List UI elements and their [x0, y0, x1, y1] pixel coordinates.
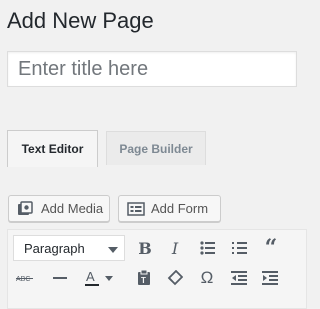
add-media-icon — [17, 200, 35, 218]
horizontal-line-icon[interactable] — [48, 265, 72, 291]
page-title: Add New Page — [7, 8, 154, 33]
add-form-button[interactable]: Add Form — [118, 195, 221, 222]
strikethrough-icon[interactable]: ABC — [13, 265, 37, 291]
format-select[interactable]: Paragraph — [13, 235, 125, 261]
title-field-wrapper — [7, 51, 297, 87]
bold-icon[interactable]: B — [133, 235, 157, 261]
blockquote-icon[interactable]: “ — [259, 235, 283, 261]
editor-toolbar: Paragraph B I “ ABC A T Ω — [7, 229, 307, 309]
bulleted-list-icon[interactable] — [196, 235, 220, 261]
special-character-icon[interactable]: Ω — [195, 265, 219, 291]
add-media-label: Add Media — [41, 201, 104, 216]
chevron-down-icon — [108, 241, 118, 256]
italic-icon[interactable]: I — [163, 235, 187, 261]
paste-as-text-icon[interactable]: T — [132, 265, 156, 291]
tab-text-editor[interactable]: Text Editor — [7, 130, 98, 167]
svg-text:T: T — [141, 276, 146, 285]
add-media-button[interactable]: Add Media — [8, 195, 110, 222]
add-form-label: Add Form — [151, 201, 209, 216]
text-color-dropdown-icon[interactable] — [102, 265, 116, 291]
clear-formatting-icon[interactable] — [163, 265, 187, 291]
title-input[interactable] — [8, 52, 296, 86]
form-icon — [127, 200, 145, 218]
svg-text:ABC: ABC — [16, 276, 30, 283]
outdent-icon[interactable] — [227, 265, 251, 291]
text-color-icon[interactable]: A — [80, 265, 104, 291]
tab-page-builder[interactable]: Page Builder — [106, 131, 206, 165]
numbered-list-icon[interactable] — [228, 235, 252, 261]
format-select-value: Paragraph — [24, 240, 85, 256]
svg-text:A: A — [86, 269, 95, 284]
indent-icon[interactable] — [258, 265, 282, 291]
